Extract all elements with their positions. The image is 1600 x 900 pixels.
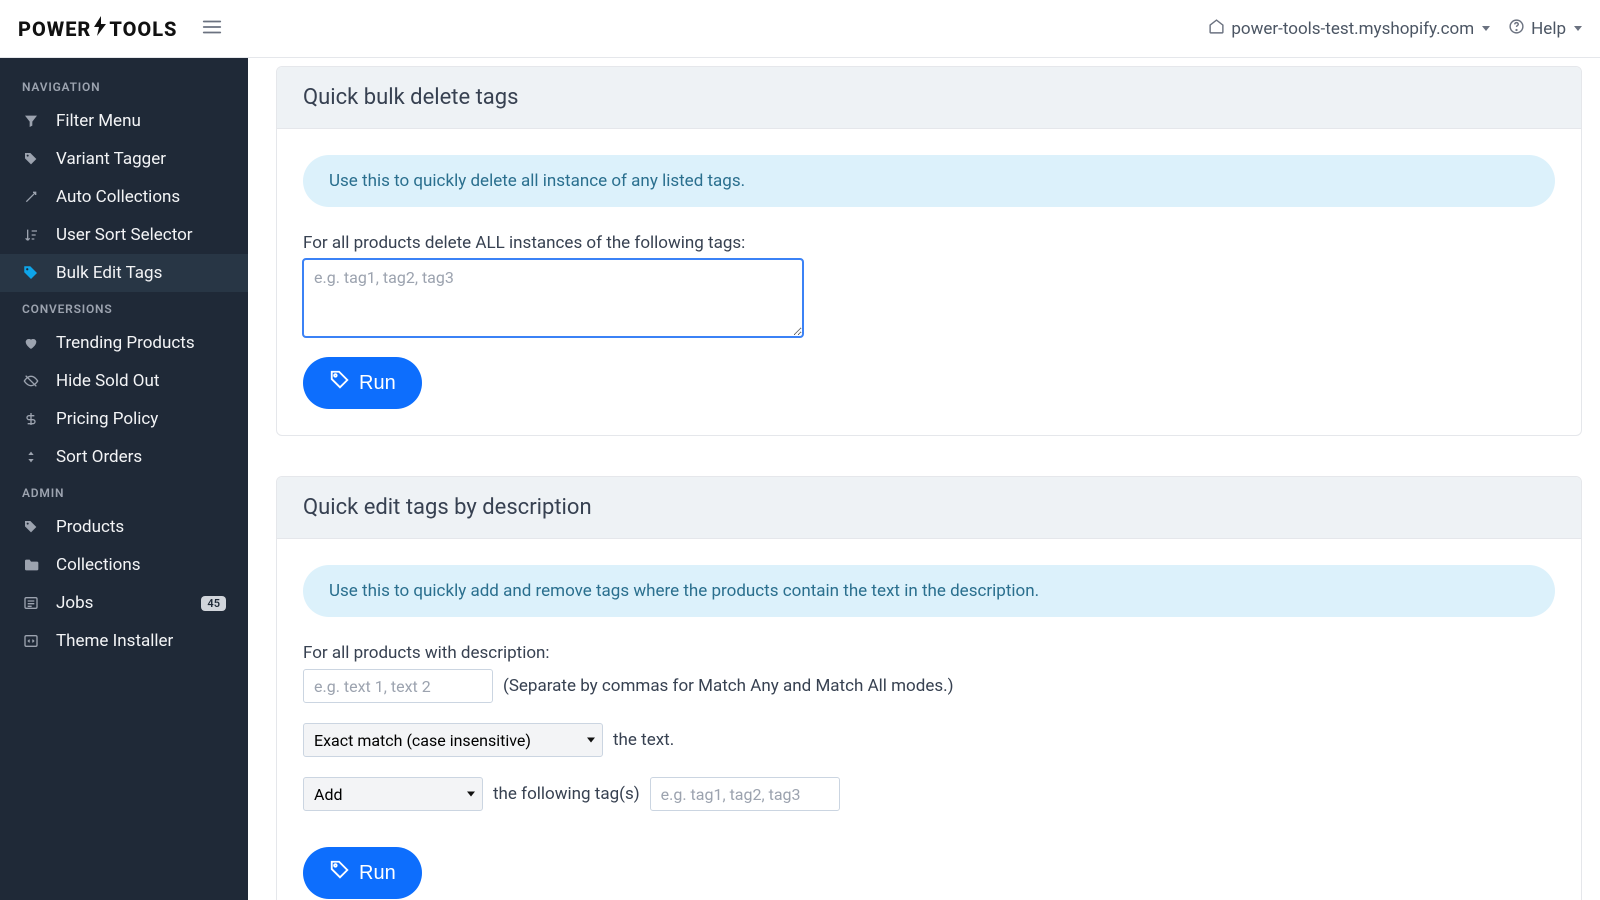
logo-text-right: TOOLS (109, 17, 177, 41)
sidebar-heading: ADMIN (0, 476, 248, 508)
sidebar-heading: NAVIGATION (0, 70, 248, 102)
heart-icon (22, 334, 40, 352)
panel-bulk-delete-tags: Quick bulk delete tags Use this to quick… (276, 66, 1582, 436)
sidebar-item-products[interactable]: Products (0, 508, 248, 546)
sidebar-item-label: Variant Tagger (56, 149, 166, 169)
shop-domain-dropdown[interactable]: power-tools-test.myshopify.com (1208, 18, 1490, 40)
updown-icon (22, 448, 40, 466)
wand-icon (22, 188, 40, 206)
caret-down-icon (1482, 26, 1490, 31)
panel-title: Quick edit tags by description (277, 477, 1581, 539)
field-label: For all products with description: (303, 643, 1555, 663)
sidebar-item-theme-installer[interactable]: Theme Installer (0, 622, 248, 660)
help-dropdown[interactable]: Help (1508, 18, 1582, 40)
run-label: Run (359, 862, 396, 885)
sidebar-item-label: Trending Products (56, 333, 195, 353)
topbar: POWER TOOLS power-tools-test.myshopify.c… (0, 0, 1600, 58)
tag-icon (329, 859, 351, 887)
run-button[interactable]: Run (303, 847, 422, 899)
code-icon (22, 632, 40, 650)
sidebar-item-label: Products (56, 517, 124, 537)
logo-text-left: POWER (18, 17, 91, 41)
topbar-left: POWER TOOLS (18, 16, 223, 42)
run-button[interactable]: Run (303, 357, 422, 409)
sidebar: NAVIGATION Filter Menu Variant Tagger Auto … (0, 58, 248, 900)
shop-domain-text: power-tools-test.myshopify.com (1231, 19, 1474, 39)
sidebar-item-auto-collections[interactable]: Auto Collections (0, 178, 248, 216)
bolt-icon (92, 16, 108, 41)
eye-off-icon (22, 372, 40, 390)
main-content: Quick bulk delete tags Use this to quick… (248, 58, 1600, 900)
action-select[interactable]: Add (303, 777, 483, 811)
info-box: Use this to quickly add and remove tags … (303, 565, 1555, 617)
match-mode-select[interactable]: Exact match (case insensitive) (303, 723, 603, 757)
info-box: Use this to quickly delete all instance … (303, 155, 1555, 207)
field-label: For all products delete ALL instances of… (303, 233, 1555, 253)
folder-icon (22, 556, 40, 574)
help-text: Help (1531, 19, 1566, 39)
sidebar-item-variant-tagger[interactable]: Variant Tagger (0, 140, 248, 178)
sidebar-item-trending-products[interactable]: Trending Products (0, 324, 248, 362)
sidebar-item-label: Theme Installer (56, 631, 173, 651)
sidebar-item-bulk-edit-tags[interactable]: Bulk Edit Tags (0, 254, 248, 292)
sidebar-item-label: Jobs (56, 593, 93, 613)
sidebar-item-sort-orders[interactable]: Sort Orders (0, 438, 248, 476)
sidebar-item-jobs[interactable]: Jobs 45 (0, 584, 248, 622)
home-icon (1208, 18, 1225, 40)
tags-input[interactable] (650, 777, 840, 811)
sidebar-item-user-sort-selector[interactable]: User Sort Selector (0, 216, 248, 254)
sidebar-item-filter-menu[interactable]: Filter Menu (0, 102, 248, 140)
topbar-right: power-tools-test.myshopify.com Help (1208, 18, 1582, 40)
sidebar-item-hide-sold-out[interactable]: Hide Sold Out (0, 362, 248, 400)
tag-icon (329, 369, 351, 397)
sidebar-item-label: Hide Sold Out (56, 371, 159, 391)
funnel-icon (22, 112, 40, 130)
description-text-input[interactable] (303, 669, 493, 703)
tags-icon (22, 264, 40, 282)
menu-toggle-icon[interactable] (201, 16, 223, 42)
dollar-icon (22, 410, 40, 428)
sidebar-item-label: Collections (56, 555, 141, 575)
delete-tags-textarea[interactable] (303, 259, 803, 337)
tag-icon (22, 150, 40, 168)
hint-text: (Separate by commas for Match Any and Ma… (503, 676, 954, 696)
help-icon (1508, 18, 1525, 40)
sidebar-item-label: Filter Menu (56, 111, 141, 131)
sidebar-item-label: Sort Orders (56, 447, 142, 467)
tag-icon (22, 518, 40, 536)
sidebar-item-label: Auto Collections (56, 187, 180, 207)
run-label: Run (359, 372, 396, 395)
logo[interactable]: POWER TOOLS (18, 16, 177, 41)
badge: 45 (201, 596, 226, 611)
panel-edit-tags-by-description: Quick edit tags by description Use this … (276, 476, 1582, 900)
sidebar-item-label: Bulk Edit Tags (56, 263, 162, 283)
caret-down-icon (1574, 26, 1582, 31)
sidebar-item-label: User Sort Selector (56, 225, 193, 245)
sidebar-item-collections[interactable]: Collections (0, 546, 248, 584)
panel-title: Quick bulk delete tags (277, 67, 1581, 129)
sidebar-item-label: Pricing Policy (56, 409, 158, 429)
sidebar-item-pricing-policy[interactable]: Pricing Policy (0, 400, 248, 438)
action-suffix-text: the following tag(s) (493, 784, 640, 804)
sidebar-heading: CONVERSIONS (0, 292, 248, 324)
list-icon (22, 594, 40, 612)
match-suffix-text: the text. (613, 730, 674, 750)
sort-icon (22, 226, 40, 244)
